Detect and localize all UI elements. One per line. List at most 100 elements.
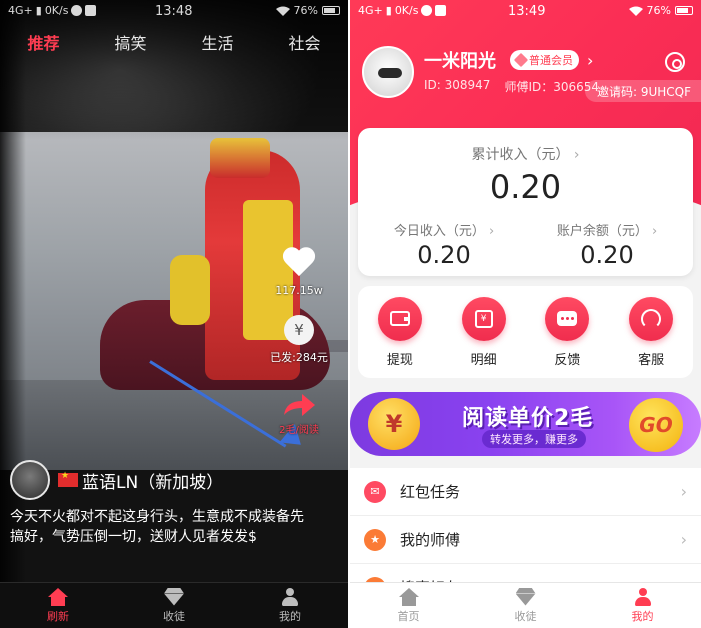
signal-icon: ▮: [385, 4, 392, 17]
nav-refresh-label: 刷新: [47, 609, 69, 623]
tab-life[interactable]: 生活: [201, 30, 233, 54]
details-label: 明细: [470, 352, 497, 368]
yen-icon[interactable]: ¥: [284, 315, 314, 345]
member-label: 普通会员: [529, 54, 573, 67]
menu-item-label: 我的师傅: [400, 531, 461, 549]
speed-label: 0K/s: [44, 4, 69, 17]
rider-hat: [210, 138, 270, 178]
account-balance[interactable]: 账户余额（元） › 0.20: [527, 220, 687, 269]
details-button[interactable]: ¥ 明细: [449, 296, 519, 368]
tab-society[interactable]: 社会: [288, 30, 320, 54]
author-row[interactable]: 蓝语LN（新加坡）: [10, 460, 223, 500]
today-income-label: 今日收入（元） ›: [364, 220, 524, 239]
income-card: 累计收入（元） › 0.20 今日收入（元） › 0.20 账户余额（元） › …: [358, 128, 693, 276]
today-income[interactable]: 今日收入（元） › 0.20: [364, 220, 524, 269]
nav-mine-label: 我的: [279, 609, 301, 623]
banner-title: 阅读单价2毛: [462, 406, 594, 431]
status-time: 13:48: [155, 4, 193, 19]
chevron-right-icon: ›: [680, 482, 687, 501]
like-count: 117.15w: [275, 284, 323, 297]
paid-amount: 已发:284元: [270, 351, 328, 364]
nav-mine[interactable]: 我的: [232, 583, 348, 628]
speed-label: 0K/s: [394, 4, 419, 17]
app-notify-icon-2: [85, 5, 97, 16]
person-icon: [634, 587, 652, 606]
network-label: 4G+: [8, 4, 33, 17]
share-reward-text: 2毛/阅读: [279, 425, 319, 436]
feedback-button[interactable]: 反馈: [532, 296, 602, 368]
profile-block[interactable]: 一米阳光 普通会员 › ID: 308947 师傅ID：306654: [362, 46, 599, 98]
feedback-label: 反馈: [554, 352, 581, 368]
go-button[interactable]: GO: [629, 398, 683, 452]
status-left: 4G+ ▮ 0K/s: [8, 4, 97, 17]
coin-icon: ¥: [368, 398, 420, 450]
nav-refresh[interactable]: 刷新: [0, 583, 116, 628]
menu-item-my-master[interactable]: ★ 我的师傅 ›: [350, 516, 701, 564]
member-badge[interactable]: 普通会员: [510, 50, 579, 70]
heart-icon[interactable]: [282, 248, 316, 278]
battery-percent: 76%: [293, 4, 318, 17]
nav-recruit-label: 收徒: [163, 609, 185, 623]
nav-mine[interactable]: 我的: [584, 583, 701, 628]
author-avatar[interactable]: [10, 460, 50, 500]
profile-name: 一米阳光: [424, 51, 496, 72]
total-income-label[interactable]: 累计收入（元） ›: [358, 144, 693, 164]
person-icon: [281, 587, 299, 606]
child-figure: [170, 255, 210, 325]
battery-percent: 76%: [646, 4, 671, 17]
quick-actions: 提现 ¥ 明细 反馈 客服: [358, 286, 693, 378]
status-right-right: 76%: [628, 4, 693, 17]
balance-value: 0.20: [580, 241, 634, 269]
chevron-right-icon: ›: [488, 224, 495, 239]
redpacket-icon: ✉: [364, 480, 386, 503]
china-flag-icon: [58, 471, 78, 487]
chevron-right-icon: ›: [680, 530, 687, 549]
nav-home[interactable]: 首页: [350, 583, 467, 628]
chevron-right-icon: ›: [651, 224, 658, 239]
wifi-icon: [275, 6, 290, 16]
diamond-icon: [513, 52, 529, 68]
profile-name-row: 一米阳光 普通会员 ›: [424, 46, 599, 74]
nav-home-label: 首页: [397, 609, 420, 623]
settings-gear-icon[interactable]: [665, 52, 685, 72]
star-icon: ★: [364, 528, 386, 551]
chat-icon: [545, 296, 590, 341]
chevron-right-icon[interactable]: ›: [587, 51, 593, 70]
today-income-value: 0.20: [417, 241, 471, 269]
gem-icon: [516, 588, 536, 606]
invite-code-badge[interactable]: 邀请码: 9UHCQF: [584, 80, 701, 102]
nav-recruit[interactable]: 收徒: [116, 583, 232, 628]
video-caption: 今天不火都对不起这身行头，生意成不成装备先搞好，气势压倒一切，送财人见者发发$: [10, 509, 304, 545]
balance-label: 账户余额（元） ›: [527, 220, 687, 239]
withdraw-label: 提现: [386, 352, 413, 368]
avatar[interactable]: [362, 46, 414, 98]
today-income-label-text: 今日收入（元）: [393, 224, 485, 239]
customer-service-label: 客服: [638, 352, 665, 368]
calendar-icon: ¥: [461, 296, 506, 341]
tab-funny[interactable]: 搞笑: [114, 30, 146, 54]
user-id: ID: 308947: [424, 78, 491, 92]
app-notify-icon-2: [435, 5, 447, 16]
menu-item-label: 红包任务: [400, 483, 461, 501]
gem-icon: [164, 588, 184, 606]
headset-icon: [629, 296, 674, 341]
customer-service-button[interactable]: 客服: [616, 296, 686, 368]
author-name[interactable]: 蓝语LN（新加坡）: [82, 468, 223, 493]
share-arrow-icon[interactable]: [282, 393, 316, 417]
tab-recommend[interactable]: 推荐: [27, 30, 59, 54]
profile-ids: ID: 308947 师傅ID：306654: [424, 78, 599, 95]
status-time: 13:49: [508, 4, 546, 19]
promo-banner[interactable]: ¥ 阅读单价2毛 转发更多，赚更多 GO: [350, 392, 701, 456]
home-icon: [48, 587, 68, 606]
chevron-right-icon: ›: [573, 147, 580, 163]
category-tabs: 推荐 搞笑 生活 社会: [0, 30, 348, 54]
menu-item-redpacket-task[interactable]: ✉ 红包任务 ›: [350, 468, 701, 516]
withdraw-button[interactable]: 提现: [365, 296, 435, 368]
nav-mine-label: 我的: [631, 609, 654, 623]
screenshot-canvas: 4G+ ▮ 0K/s 13:48 76% 推荐 搞笑 生活 社会 117.15w…: [0, 0, 701, 628]
nav-recruit[interactable]: 收徒: [467, 583, 584, 628]
profile-info: 一米阳光 普通会员 › ID: 308947 师傅ID：306654: [424, 46, 599, 95]
app-notify-icon: [71, 5, 83, 16]
app-notify-icon: [421, 5, 433, 16]
banner-subtitle: 转发更多，赚更多: [482, 430, 586, 448]
